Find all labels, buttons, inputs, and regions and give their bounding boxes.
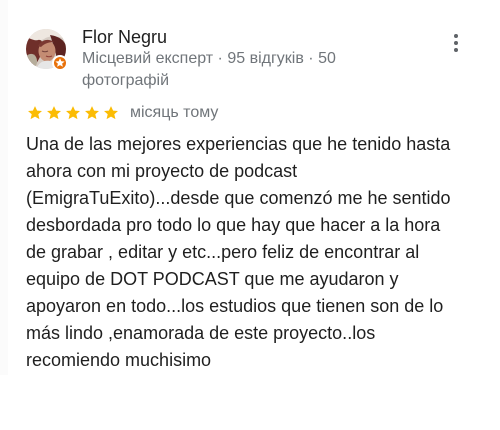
star-icon [28, 106, 42, 120]
local-guide-star-icon [55, 58, 65, 67]
local-guide-badge-icon [52, 55, 68, 71]
review-header: Flor Negru Місцевий експерт · 95 відгукі… [26, 20, 476, 89]
rating-row: місяць тому [26, 102, 218, 124]
left-divider [0, 0, 8, 375]
star-rating [26, 104, 120, 122]
author-meta-text: Місцевий експерт · 95 відгуків · 50 фото… [82, 50, 336, 89]
author-meta: Місцевий експерт · 95 відгуків · 50 фото… [82, 48, 382, 92]
more-options-button[interactable] [442, 30, 470, 58]
reviewer-avatar[interactable] [26, 29, 68, 71]
review-card: Flor Negru Місцевий експерт · 95 відгукі… [0, 0, 500, 430]
star-icon [66, 106, 80, 120]
star-icon [104, 106, 118, 120]
star-icon [85, 106, 99, 120]
review-time: місяць тому [130, 104, 219, 121]
more-vert-icon [454, 34, 458, 52]
review-text: Una de las mejores experiencias que he t… [26, 134, 451, 370]
star-icon [47, 106, 61, 120]
author-name[interactable]: Flor Negru [82, 26, 167, 48]
